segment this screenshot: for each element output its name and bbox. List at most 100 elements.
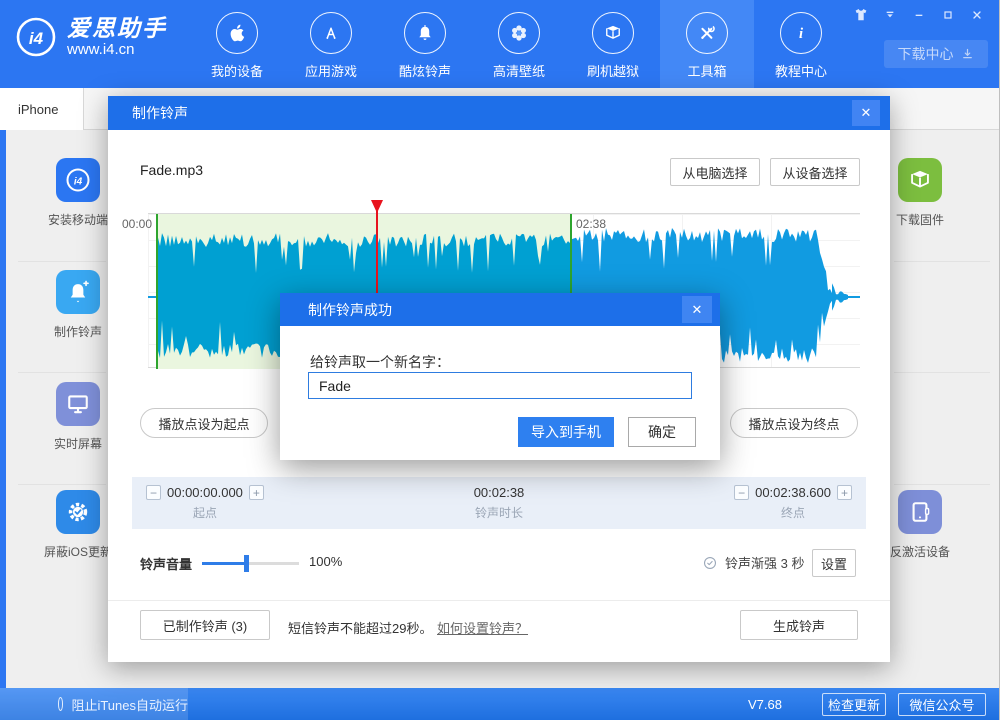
set-playpoint-as-start-button[interactable]: 播放点设为起点 — [140, 408, 268, 438]
download-center-button[interactable]: 下载中心 — [884, 40, 988, 68]
start-plus-button[interactable]: + — [249, 485, 264, 500]
wave-start-time: 00:00 — [122, 217, 152, 231]
gear-icon — [56, 490, 100, 534]
success-dialog-header[interactable]: 制作铃声成功 ✕ — [280, 293, 720, 326]
bell-icon — [404, 12, 446, 54]
close-icon — [969, 7, 985, 23]
nav-ringtones[interactable]: 酷炫铃声 — [378, 0, 472, 88]
minimize-icon — [911, 7, 927, 23]
status-bar: 阻止iTunes自动运行 V7.68 检查更新 微信公众号 — [0, 688, 1000, 720]
tablet-icon — [898, 490, 942, 534]
nav-toolbox[interactable]: 工具箱 — [660, 0, 754, 88]
fade-in-label: 铃声渐强 3 秒 — [725, 553, 804, 572]
fade-settings-button[interactable]: 设置 — [812, 549, 856, 577]
check-update-button[interactable]: 检查更新 — [822, 693, 886, 716]
fade-in-setting[interactable]: 铃声渐强 3 秒 — [702, 553, 804, 572]
check-circle-icon — [702, 555, 718, 571]
tutorial-info-icon: i — [780, 12, 822, 54]
maximize-button[interactable] — [937, 6, 959, 24]
collapse-icon — [882, 7, 898, 23]
duration-value: 00:02:38 — [474, 485, 525, 500]
brand-name: 爱思助手 — [67, 15, 167, 41]
end-time-value: 00:02:38.600 — [755, 485, 831, 500]
set-playpoint-as-end-button[interactable]: 播放点设为终点 — [730, 408, 858, 438]
sms-ringtone-hint: 短信铃声不能超过29秒。 — [288, 618, 432, 637]
end-time-label: 终点 — [781, 504, 805, 521]
duration-label: 铃声时长 — [475, 504, 523, 521]
version-label: V7.68 — [748, 697, 782, 712]
window-left-accent — [0, 130, 6, 688]
nav-flash-jailbreak[interactable]: 刷机越狱 — [566, 0, 660, 88]
start-marker-line[interactable] — [156, 214, 158, 369]
main-nav: 我的设备 应用游戏 酷炫铃声 高清壁纸 — [190, 0, 848, 88]
skin-icon — [852, 7, 870, 23]
nav-label: 应用游戏 — [305, 61, 357, 80]
ringtone-name-input[interactable] — [308, 372, 692, 399]
toolbox-icon — [686, 12, 728, 54]
how-to-set-ringtone-link[interactable]: 如何设置铃声？ — [437, 618, 528, 637]
volume-slider-track[interactable] — [202, 562, 299, 565]
select-from-pc-button[interactable]: 从电脑选择 — [670, 158, 760, 186]
wave-end-time: 02:38 — [576, 217, 606, 231]
close-window-button[interactable] — [966, 6, 988, 24]
divider — [894, 484, 990, 485]
end-plus-button[interactable]: + — [837, 485, 852, 500]
collapse-button[interactable] — [879, 6, 901, 24]
dialog-title: 制作铃声 — [132, 103, 188, 123]
i4-logo-icon: i4 — [14, 15, 58, 59]
apple-icon — [216, 12, 258, 54]
volume-slider-handle[interactable] — [244, 555, 249, 572]
tab-iphone[interactable]: iPhone — [0, 88, 84, 130]
titlebar: i4 爱思助手 www.i4.cn 我的设备 应用游戏 — [0, 0, 1000, 88]
brand-site: www.i4.cn — [67, 41, 167, 59]
end-minus-button[interactable]: − — [734, 485, 749, 500]
start-time-cell: − 00:00:00.000 + 起点 — [146, 485, 264, 521]
wallpaper-icon — [498, 12, 540, 54]
nav-my-device[interactable]: 我的设备 — [190, 0, 284, 88]
close-success-dialog-button[interactable]: ✕ — [682, 296, 712, 323]
svg-text:i4: i4 — [29, 29, 44, 48]
generate-ringtone-button[interactable]: 生成铃声 — [740, 610, 858, 640]
skin-button[interactable] — [850, 6, 872, 24]
radio-unchecked-icon — [58, 697, 63, 711]
block-itunes-toggle[interactable]: 阻止iTunes自动运行 — [0, 688, 188, 720]
made-ringtones-button[interactable]: 已制作铃声 (3) — [140, 610, 270, 640]
close-dialog-button[interactable]: ✕ — [852, 100, 880, 126]
audio-file-name: Fade.mp3 — [140, 162, 203, 178]
divider — [108, 600, 890, 601]
download-icon — [960, 47, 975, 62]
window-controls — [850, 6, 988, 24]
nav-label: 酷炫铃声 — [399, 61, 451, 80]
monitor-icon — [56, 382, 100, 426]
import-to-phone-button[interactable]: 导入到手机 — [518, 417, 614, 447]
nav-apps-games[interactable]: 应用游戏 — [284, 0, 378, 88]
success-dialog-title: 制作铃声成功 — [308, 300, 392, 320]
maximize-icon — [940, 7, 956, 23]
time-bar: − 00:00:00.000 + 起点 00:02:38 铃声时长 − 00:0… — [132, 477, 866, 529]
select-from-device-button[interactable]: 从设备选择 — [770, 158, 860, 186]
dialog-header[interactable]: 制作铃声 ✕ — [108, 96, 890, 130]
jailbreak-box-icon — [592, 12, 634, 54]
nav-label: 教程中心 — [775, 61, 827, 80]
divider — [894, 261, 990, 262]
close-icon: ✕ — [692, 302, 703, 318]
volume-slider-fill — [202, 562, 246, 565]
bell-plus-icon — [56, 270, 100, 314]
ok-button[interactable]: 确定 — [628, 417, 696, 447]
volume-value: 100% — [309, 554, 342, 569]
rename-prompt: 给铃声取一个新名字： — [310, 352, 450, 372]
appstore-icon — [310, 12, 352, 54]
nav-label: 高清壁纸 — [493, 61, 545, 80]
nav-label: 刷机越狱 — [587, 61, 639, 80]
app-window: i4 爱思助手 www.i4.cn 我的设备 应用游戏 — [0, 0, 1000, 720]
wechat-official-button[interactable]: 微信公众号 — [898, 693, 986, 716]
nav-wallpapers[interactable]: 高清壁纸 — [472, 0, 566, 88]
firmware-cube-icon — [898, 158, 942, 202]
nav-tutorials[interactable]: i 教程中心 — [754, 0, 848, 88]
minimize-button[interactable] — [908, 6, 930, 24]
divider — [18, 261, 106, 262]
block-itunes-label: 阻止iTunes自动运行 — [71, 695, 188, 714]
divider — [18, 484, 106, 485]
start-minus-button[interactable]: − — [146, 485, 161, 500]
start-time-label: 起点 — [193, 504, 217, 521]
